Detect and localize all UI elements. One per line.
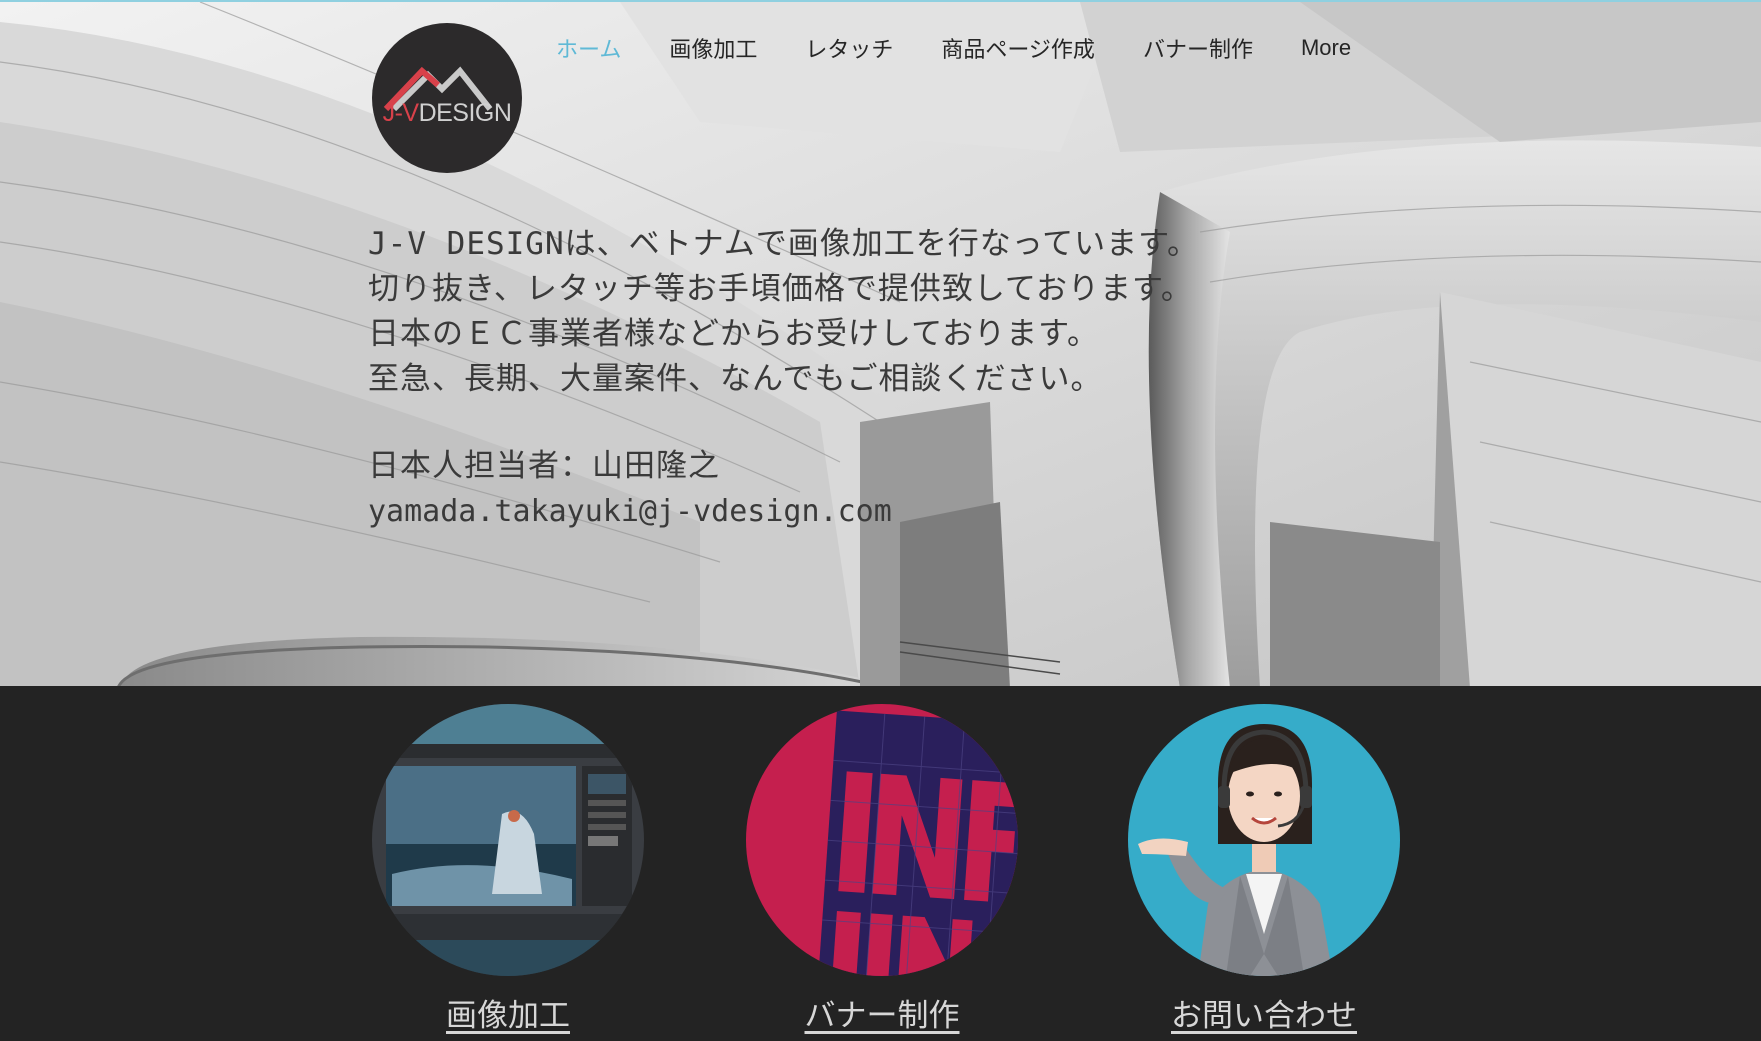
- logo-wordmark: J-VDESIGN: [372, 99, 522, 128]
- service-banner: バナー制作: [746, 704, 1018, 1035]
- support-operator-image[interactable]: [1128, 704, 1400, 976]
- services-section: 画像加工 バナー制作 お問い合わせ: [0, 686, 1761, 1041]
- photo-editing-image[interactable]: [372, 704, 644, 976]
- nav-item-product-page[interactable]: 商品ページ作成: [941, 32, 1095, 64]
- page: J-VDESIGN ホーム 画像加工 レタッチ 商品ページ作成 バナー制作 Mo…: [0, 0, 1761, 1041]
- nav-item-image-editing[interactable]: 画像加工: [669, 32, 757, 64]
- intro-line: 至急、長期、大量案件、なんでもご相談ください。: [368, 361, 1103, 397]
- main-nav: ホーム 画像加工 レタッチ 商品ページ作成 バナー制作 More: [556, 32, 1351, 64]
- site-logo[interactable]: J-VDESIGN: [372, 23, 522, 173]
- hero-section: J-VDESIGN ホーム 画像加工 レタッチ 商品ページ作成 バナー制作 Mo…: [0, 0, 1761, 686]
- intro-line: 日本のＥＣ事業者様などからお受けしております。: [368, 316, 1100, 352]
- intro-line: 切り抜き、レタッチ等お手頃価格で提供致しております。: [368, 271, 1193, 307]
- service-image-editing: 画像加工: [372, 704, 644, 1035]
- banner-image[interactable]: [746, 704, 1018, 976]
- logo-text-accent: J-V: [382, 99, 420, 127]
- contact-email[interactable]: yamada.takayuki@j-vdesign.com: [368, 489, 1328, 534]
- nav-item-home[interactable]: ホーム: [556, 32, 621, 64]
- nav-item-more[interactable]: More: [1301, 35, 1351, 61]
- nav-item-retouch[interactable]: レタッチ: [805, 32, 893, 64]
- intro-text: J-V DESIGNは、ベトナムで画像加工を行なっています。 切り抜き、レタッチ…: [368, 222, 1328, 534]
- nav-item-banner[interactable]: バナー制作: [1143, 32, 1253, 64]
- service-contact: お問い合わせ: [1128, 704, 1400, 1035]
- mountain-icon: [383, 66, 493, 112]
- service-link-contact[interactable]: お問い合わせ: [1128, 990, 1400, 1035]
- contact-person: 日本人担当者：山田隆之: [368, 448, 720, 484]
- intro-line: J-V DESIGNは、ベトナムで画像加工を行なっています。: [368, 226, 1200, 262]
- logo-text-main: DESIGN: [418, 99, 512, 127]
- service-link-banner[interactable]: バナー制作: [746, 990, 1018, 1035]
- service-link-image-editing[interactable]: 画像加工: [372, 990, 644, 1035]
